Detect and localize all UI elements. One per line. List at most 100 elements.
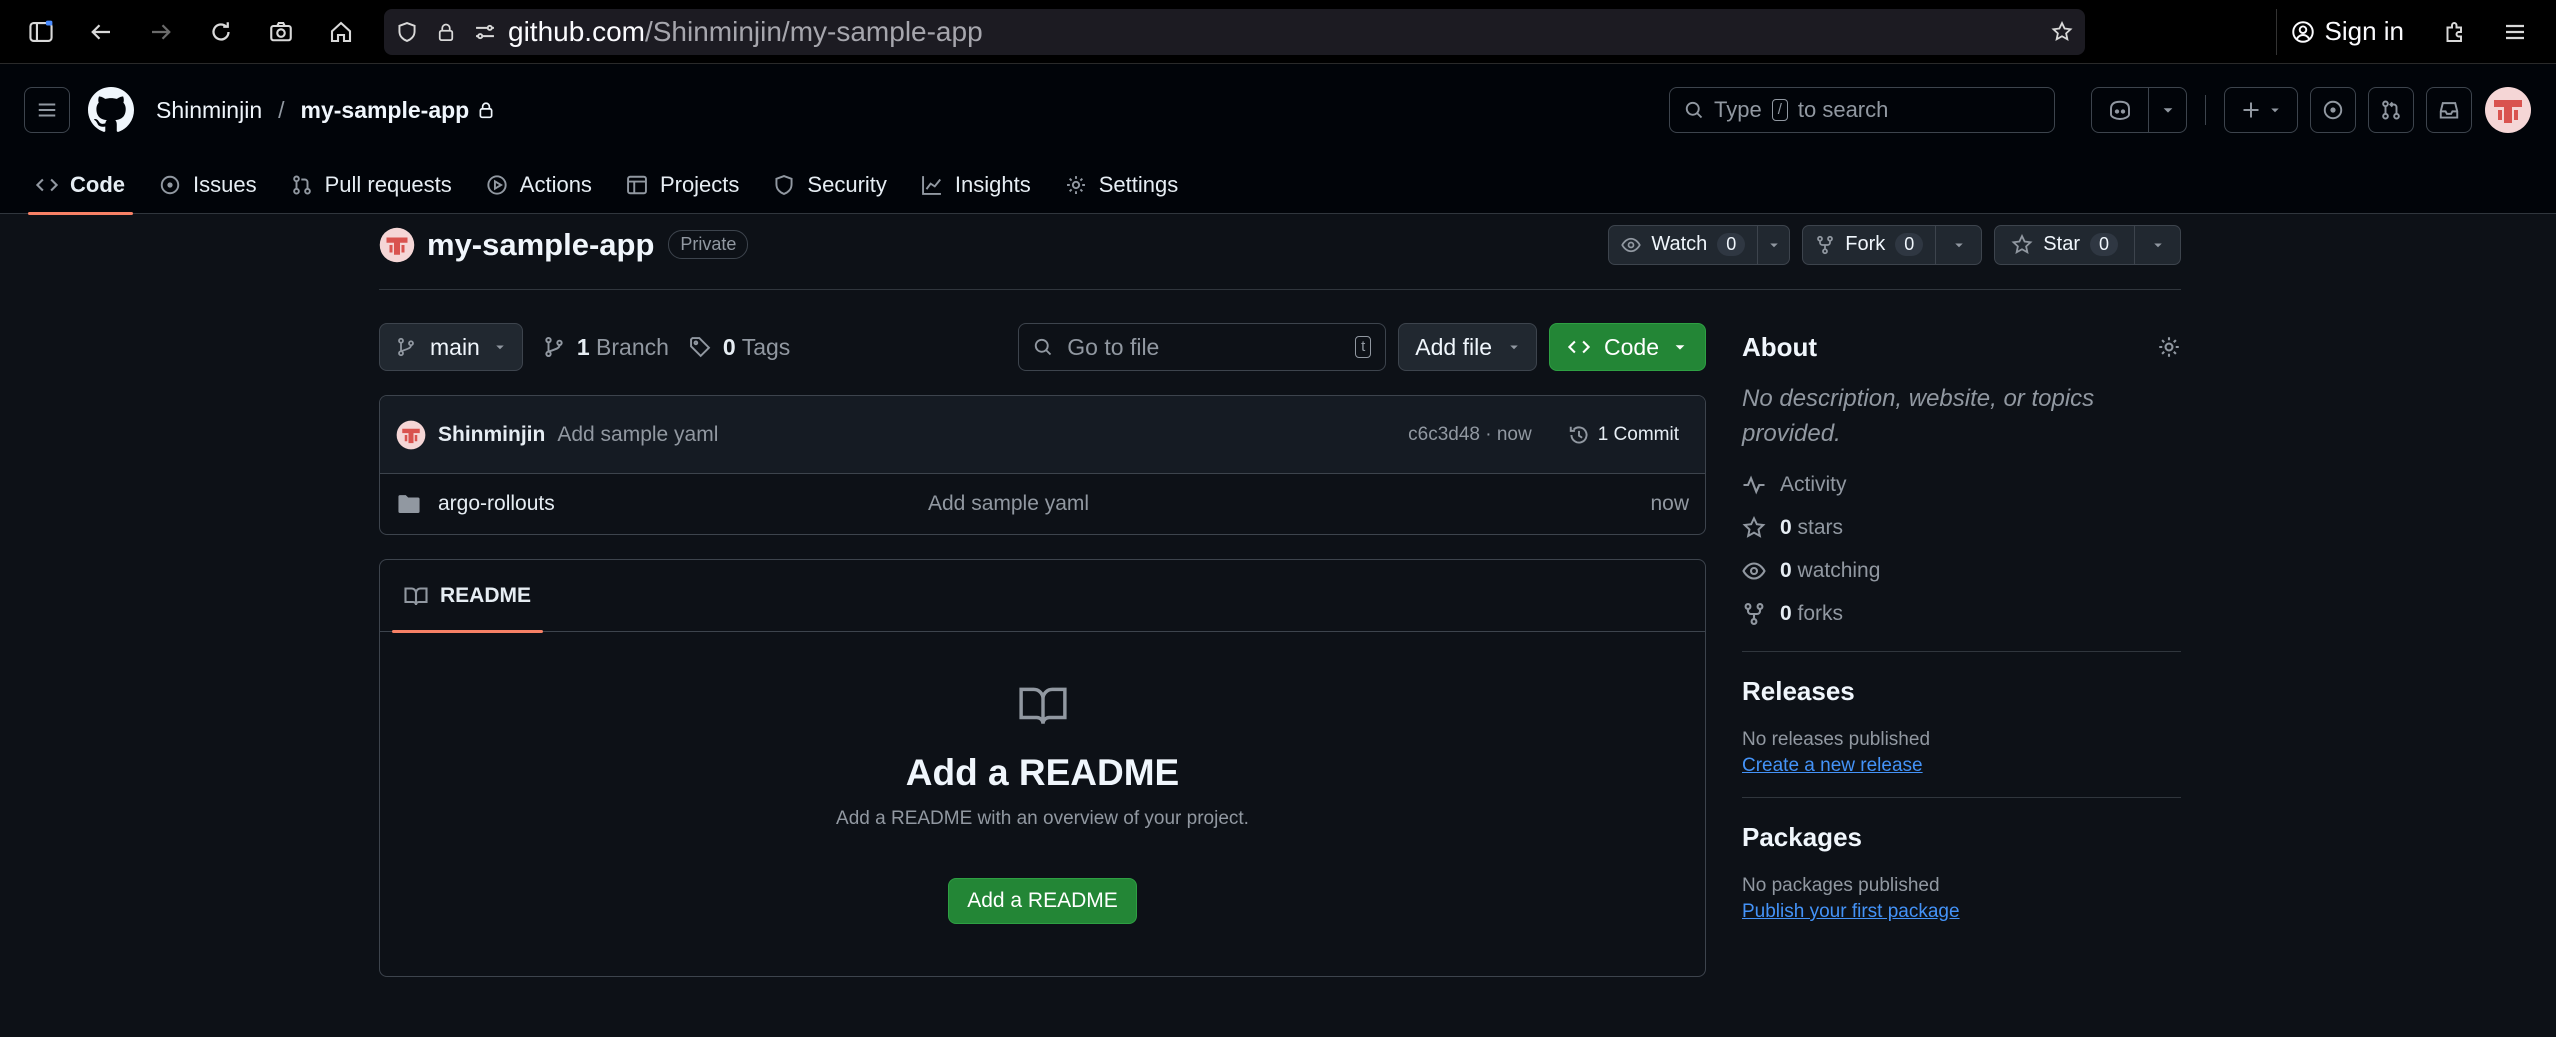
branch-count: 1 <box>576 333 590 360</box>
stars-link[interactable]: 0 stars <box>1742 506 2181 549</box>
triangle-down-icon <box>1953 239 1965 251</box>
watching-count: 0 <box>1780 558 1792 582</box>
inbox-button[interactable] <box>2426 87 2472 133</box>
about-title: About <box>1742 331 1818 362</box>
repo-main: my-sample-app Private Watch 0 Fork 0 Sta… <box>379 215 2181 977</box>
breadcrumb-owner[interactable]: Shinminjin <box>156 97 262 124</box>
triangle-down-icon <box>1508 341 1520 353</box>
github-logo-icon[interactable] <box>88 87 134 133</box>
add-readme-button[interactable]: Add a README <box>948 878 1137 924</box>
branch-label: Branch <box>596 333 669 360</box>
gear-icon <box>1065 174 1087 196</box>
repo-forked-icon <box>1815 235 1835 255</box>
repo-name[interactable]: my-sample-app <box>427 227 654 263</box>
eye-icon <box>1742 559 1766 583</box>
eye-icon <box>1621 235 1642 255</box>
publish-package-link[interactable]: Publish your first package <box>1742 901 2181 923</box>
commit-message[interactable]: Add sample yaml <box>557 423 718 447</box>
branches-link[interactable]: 1 Branch <box>543 334 669 361</box>
search-shortcut-key: / <box>1771 99 1788 121</box>
star-dropdown[interactable] <box>2134 225 2180 264</box>
tracking-shield-icon[interactable] <box>396 21 418 43</box>
releases-title[interactable]: Releases <box>1742 676 2181 707</box>
avatar[interactable] <box>2484 86 2532 134</box>
branch-select-button[interactable]: main <box>379 323 523 371</box>
code-dropdown-button[interactable]: Code <box>1549 323 1706 371</box>
global-nav-menu-button[interactable] <box>24 87 70 133</box>
tab-label: Security <box>807 172 887 197</box>
watch-button[interactable]: Watch 0 <box>1608 224 1791 265</box>
tab-label: Issues <box>193 172 257 197</box>
activity-link[interactable]: Activity <box>1742 463 2181 506</box>
browser-sign-in-button[interactable]: Sign in <box>2275 8 2419 55</box>
file-time: now <box>1650 492 1689 515</box>
go-to-file-input[interactable]: Go to file t <box>1018 323 1387 371</box>
latest-commit-row: Shinminjin Add sample yaml c6c3d48 · now… <box>380 396 1705 474</box>
tags-link[interactable]: 0 Tags <box>689 334 790 361</box>
tab-issues[interactable]: Issues <box>145 156 271 214</box>
create-release-link[interactable]: Create a new release <box>1742 755 2181 777</box>
copilot-button[interactable] <box>2091 87 2149 133</box>
url-path: /Shinminjin/my-sample-app <box>644 15 983 47</box>
screenshot-icon[interactable] <box>258 9 304 55</box>
copilot-dropdown-button[interactable] <box>2149 87 2187 133</box>
book-icon <box>404 584 428 608</box>
add-file-label: Add file <box>1415 333 1493 360</box>
watching-link[interactable]: 0 watching <box>1742 549 2181 592</box>
reload-icon[interactable] <box>198 9 244 55</box>
code-button-label: Code <box>1604 333 1659 360</box>
gear-icon[interactable] <box>2157 335 2181 359</box>
menu-icon[interactable] <box>2492 9 2538 55</box>
readme-tab[interactable]: README <box>392 560 544 633</box>
pulse-icon <box>1742 473 1766 497</box>
extensions-icon[interactable] <box>2432 9 2478 55</box>
author-avatar[interactable] <box>396 420 426 450</box>
pull-requests-button[interactable] <box>2368 87 2414 133</box>
lock-icon[interactable] <box>436 22 456 42</box>
tab-code[interactable]: Code <box>22 156 139 215</box>
search-input[interactable]: Type / to search <box>1669 87 2055 133</box>
address-bar[interactable]: github.com/Shinminjin/my-sample-app <box>384 8 2085 55</box>
tab-label: Code <box>70 172 125 197</box>
triangle-down-icon <box>2152 239 2164 251</box>
home-icon[interactable] <box>318 9 364 55</box>
star-count: 0 <box>2089 233 2118 256</box>
bookmark-star-icon[interactable] <box>2051 20 2073 43</box>
file-browser: main 1 Branch 0 Tags Go to file t Add fi… <box>379 323 1706 977</box>
browser-toolbar: github.com/Shinminjin/my-sample-app Sign… <box>0 0 2556 64</box>
packages-title[interactable]: Packages <box>1742 822 2181 853</box>
triangle-down-icon <box>2161 103 2175 117</box>
back-icon[interactable] <box>78 9 124 55</box>
commits-history-link[interactable]: 1 Commit <box>1558 418 1689 452</box>
star-label: Star <box>2043 233 2080 255</box>
add-readme-label: Add a README <box>967 889 1118 912</box>
readme-tab-label: README <box>440 583 532 607</box>
fork-dropdown[interactable] <box>1935 225 1981 264</box>
breadcrumb-repo[interactable]: my-sample-app <box>301 97 470 124</box>
commit-author[interactable]: Shinminjin <box>438 423 545 447</box>
fork-button[interactable]: Fork 0 <box>1802 224 1983 265</box>
commit-sha-time[interactable]: c6c3d48 · now <box>1408 424 1532 446</box>
releases-empty: No releases published <box>1742 729 1931 750</box>
watch-dropdown[interactable] <box>1757 225 1789 264</box>
add-file-button[interactable]: Add file <box>1398 323 1538 371</box>
header-divider <box>2205 95 2206 125</box>
stars-label: stars <box>1797 515 1844 539</box>
create-new-button[interactable] <box>2224 87 2298 133</box>
forks-link[interactable]: 0 forks <box>1742 592 2181 635</box>
branch-name: main <box>430 333 480 360</box>
file-commit-message[interactable]: Add sample yaml <box>928 492 1089 516</box>
file-name[interactable]: argo-rollouts <box>438 492 928 516</box>
sidebar-toggle-icon[interactable] <box>18 9 64 55</box>
triangle-down-icon <box>494 341 506 353</box>
git-pull-request-icon <box>2380 99 2402 121</box>
file-toolbar: main 1 Branch 0 Tags Go to file t Add fi… <box>379 323 1706 371</box>
issues-button[interactable] <box>2310 87 2356 133</box>
tab-label: Actions <box>519 172 592 197</box>
star-button[interactable]: Star 0 <box>1994 224 2181 265</box>
tab-label: Settings <box>1098 172 1179 197</box>
forward-icon[interactable] <box>138 9 184 55</box>
permissions-icon[interactable] <box>474 21 496 43</box>
fork-count: 0 <box>1895 233 1924 256</box>
star-icon <box>2011 233 2033 256</box>
